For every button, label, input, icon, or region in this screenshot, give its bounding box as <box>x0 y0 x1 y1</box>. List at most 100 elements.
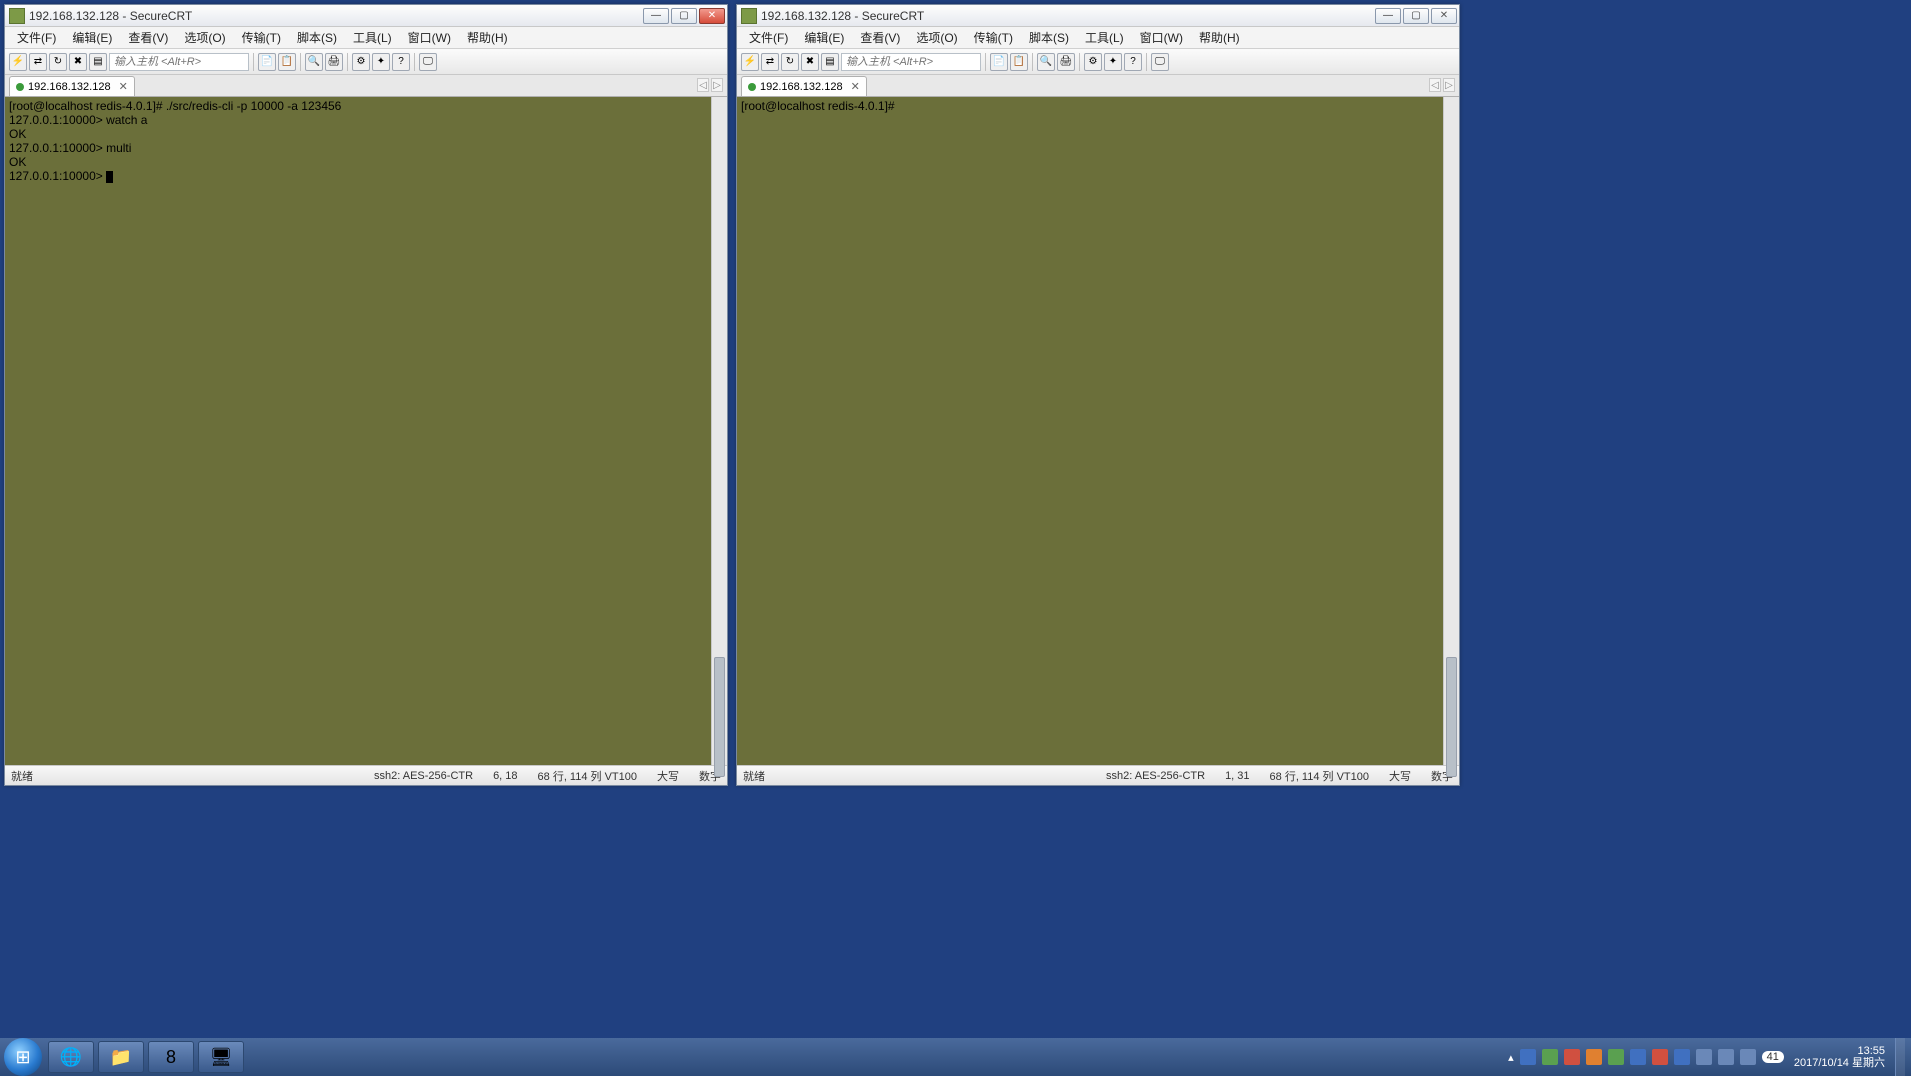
tab-close-icon[interactable]: ✕ <box>851 80 860 93</box>
menu-file[interactable]: 文件(F) <box>741 27 796 48</box>
vertical-scrollbar[interactable] <box>711 97 727 765</box>
scroll-thumb[interactable] <box>714 657 725 777</box>
session-tab[interactable]: 192.168.132.128 ✕ <box>9 76 135 96</box>
menu-help[interactable]: 帮助(H) <box>459 27 516 48</box>
close-button[interactable]: ✕ <box>1431 8 1457 24</box>
disconnect-icon[interactable]: ✖ <box>801 53 819 71</box>
help-icon[interactable]: ? <box>1124 53 1142 71</box>
copy-icon[interactable]: 📄 <box>990 53 1008 71</box>
options-icon[interactable]: ✦ <box>1104 53 1122 71</box>
find-icon[interactable]: 🔍 <box>1037 53 1055 71</box>
reconnect-icon[interactable]: ↻ <box>49 53 67 71</box>
taskbar-explorer[interactable]: 📁 <box>98 1041 144 1073</box>
connect-icon[interactable]: ⚡ <box>741 53 759 71</box>
tray-icon[interactable] <box>1696 1049 1712 1065</box>
tray-icon[interactable] <box>1586 1049 1602 1065</box>
separator <box>985 53 986 71</box>
show-desktop-button[interactable] <box>1895 1038 1905 1076</box>
minimize-button[interactable]: — <box>1375 8 1401 24</box>
tray-arrow-icon[interactable]: ▴ <box>1508 1051 1514 1064</box>
menu-transfer[interactable]: 传输(T) <box>966 27 1021 48</box>
disconnect-icon[interactable]: ✖ <box>69 53 87 71</box>
menu-options[interactable]: 选项(O) <box>176 27 233 48</box>
menu-help[interactable]: 帮助(H) <box>1191 27 1248 48</box>
menu-script[interactable]: 脚本(S) <box>289 27 345 48</box>
separator <box>253 53 254 71</box>
tray-network-icon[interactable] <box>1718 1049 1734 1065</box>
session-icon[interactable]: ▤ <box>89 53 107 71</box>
menu-view[interactable]: 查看(V) <box>852 27 908 48</box>
tab-next-icon[interactable]: ▷ <box>711 78 723 92</box>
menu-tools[interactable]: 工具(L) <box>1077 27 1132 48</box>
tray-icon[interactable] <box>1542 1049 1558 1065</box>
find-icon[interactable]: 🔍 <box>305 53 323 71</box>
status-cursor: 1, 31 <box>1225 770 1249 782</box>
tray-volume-icon[interactable] <box>1740 1049 1756 1065</box>
quick-connect-icon[interactable]: ⇄ <box>761 53 779 71</box>
terminal[interactable]: [root@localhost redis-4.0.1]# <box>737 97 1443 765</box>
titlebar[interactable]: 192.168.132.128 - SecureCRT — ▢ ✕ <box>5 5 727 27</box>
status-dot-icon <box>748 83 756 91</box>
menu-transfer[interactable]: 传输(T) <box>234 27 289 48</box>
menu-window[interactable]: 窗口(W) <box>1132 27 1191 48</box>
menu-tools[interactable]: 工具(L) <box>345 27 400 48</box>
session-tab[interactable]: 192.168.132.128 ✕ <box>741 76 867 96</box>
start-button[interactable]: ⊞ <box>4 1038 42 1076</box>
tray-icon[interactable] <box>1564 1049 1580 1065</box>
titlebar[interactable]: 192.168.132.128 - SecureCRT — ▢ ✕ <box>737 5 1459 27</box>
host-input[interactable] <box>109 53 249 71</box>
tab-label: 192.168.132.128 <box>28 81 111 93</box>
menu-edit[interactable]: 编辑(E) <box>64 27 120 48</box>
options-icon[interactable]: ✦ <box>372 53 390 71</box>
menu-script[interactable]: 脚本(S) <box>1021 27 1077 48</box>
close-button[interactable]: ✕ <box>699 8 725 24</box>
status-bar: 就绪 ssh2: AES-256-CTR 6, 18 68 行, 114 列 V… <box>5 765 727 785</box>
print-icon[interactable]: 🖨 <box>1057 53 1075 71</box>
tab-prev-icon[interactable]: ◁ <box>697 78 709 92</box>
separator <box>414 53 415 71</box>
status-dot-icon <box>16 83 24 91</box>
tray-notification-count[interactable]: 41 <box>1762 1051 1784 1063</box>
session-icon[interactable]: ▤ <box>821 53 839 71</box>
maximize-button[interactable]: ▢ <box>1403 8 1429 24</box>
tray-icon[interactable] <box>1608 1049 1624 1065</box>
quick-connect-icon[interactable]: ⇄ <box>29 53 47 71</box>
menu-view[interactable]: 查看(V) <box>120 27 176 48</box>
tray-icon[interactable] <box>1652 1049 1668 1065</box>
maximize-button[interactable]: ▢ <box>671 8 697 24</box>
host-input[interactable] <box>841 53 981 71</box>
terminal[interactable]: [root@localhost redis-4.0.1]# ./src/redi… <box>5 97 711 765</box>
connect-icon[interactable]: ⚡ <box>9 53 27 71</box>
menubar: 文件(F) 编辑(E) 查看(V) 选项(O) 传输(T) 脚本(S) 工具(L… <box>5 27 727 49</box>
screen-icon[interactable]: 🖵 <box>1151 53 1169 71</box>
menu-options[interactable]: 选项(O) <box>908 27 965 48</box>
tab-next-icon[interactable]: ▷ <box>1443 78 1455 92</box>
minimize-button[interactable]: — <box>643 8 669 24</box>
tray-icon[interactable] <box>1674 1049 1690 1065</box>
vertical-scrollbar[interactable] <box>1443 97 1459 765</box>
taskbar-chrome[interactable]: 🌐 <box>48 1041 94 1073</box>
screen-icon[interactable]: 🖵 <box>419 53 437 71</box>
properties-icon[interactable]: ⚙ <box>1084 53 1102 71</box>
menu-file[interactable]: 文件(F) <box>9 27 64 48</box>
scroll-thumb[interactable] <box>1446 657 1457 777</box>
taskbar-securecrt[interactable]: 🖥 <box>198 1041 244 1073</box>
paste-icon[interactable]: 📋 <box>278 53 296 71</box>
tray-icon[interactable] <box>1520 1049 1536 1065</box>
menu-window[interactable]: 窗口(W) <box>400 27 459 48</box>
reconnect-icon[interactable]: ↻ <box>781 53 799 71</box>
separator <box>1146 53 1147 71</box>
toolbar: ⚡ ⇄ ↻ ✖ ▤ 📄 📋 🔍 🖨 ⚙ ✦ ? 🖵 <box>5 49 727 75</box>
help-icon[interactable]: ? <box>392 53 410 71</box>
taskbar-clock[interactable]: 13:55 2017/10/14 星期六 <box>1790 1045 1889 1069</box>
properties-icon[interactable]: ⚙ <box>352 53 370 71</box>
copy-icon[interactable]: 📄 <box>258 53 276 71</box>
taskbar-app[interactable]: 8 <box>148 1041 194 1073</box>
tab-close-icon[interactable]: ✕ <box>119 80 128 93</box>
tray-icon[interactable] <box>1630 1049 1646 1065</box>
paste-icon[interactable]: 📋 <box>1010 53 1028 71</box>
menu-edit[interactable]: 编辑(E) <box>796 27 852 48</box>
system-tray: ▴ 41 13:55 2017/10/14 星期六 <box>1502 1038 1911 1076</box>
print-icon[interactable]: 🖨 <box>325 53 343 71</box>
tab-prev-icon[interactable]: ◁ <box>1429 78 1441 92</box>
